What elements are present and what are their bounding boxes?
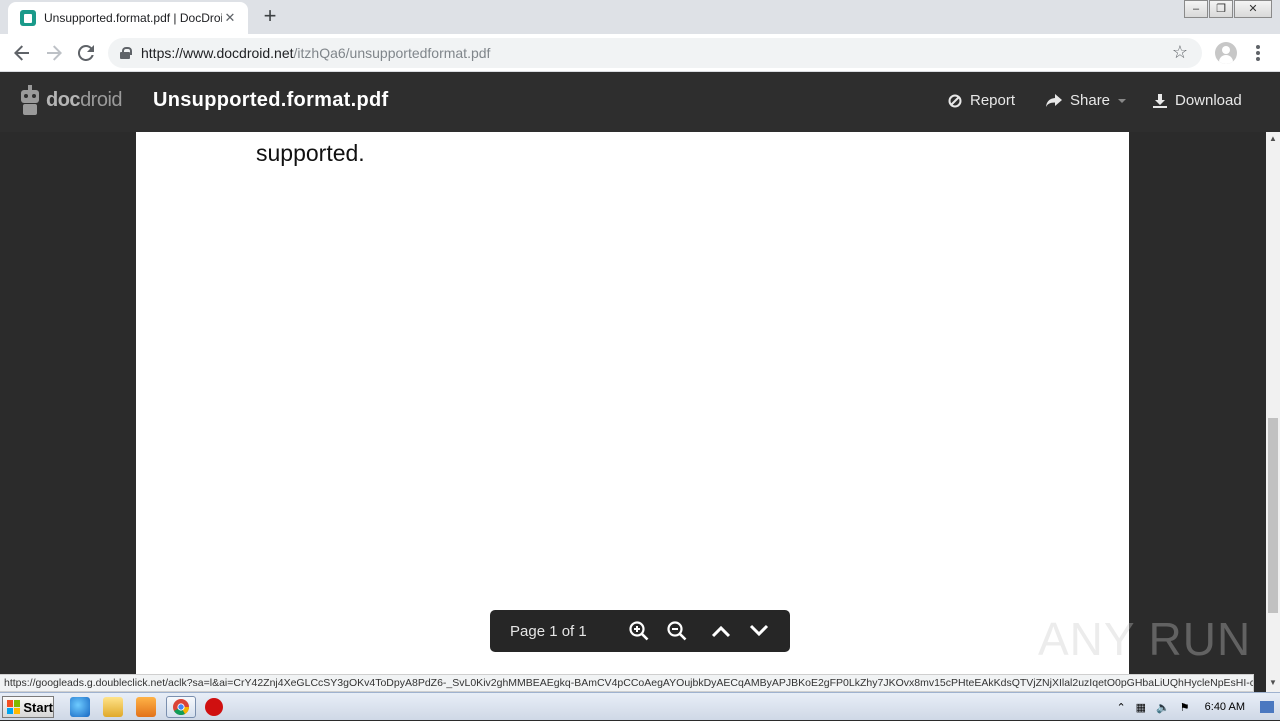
browser-menu-icon[interactable] xyxy=(1250,43,1266,63)
window-close-button[interactable]: ✕ xyxy=(1234,0,1272,18)
docdroid-logo[interactable]: docdroid xyxy=(20,85,123,115)
zoom-in-button[interactable] xyxy=(620,616,658,646)
action-center-flag-icon[interactable]: ⚑ xyxy=(1180,701,1190,714)
arrow-right-icon xyxy=(47,45,62,61)
window-minimize-button[interactable]: – xyxy=(1184,0,1208,18)
window-restore-button[interactable]: ❐ xyxy=(1209,0,1233,18)
start-button[interactable]: Start xyxy=(2,696,54,718)
opera-icon[interactable] xyxy=(205,698,223,716)
chrome-icon xyxy=(173,699,190,716)
next-page-button[interactable] xyxy=(740,616,778,646)
new-tab-button[interactable]: + xyxy=(258,5,282,29)
zoom-in-icon xyxy=(629,621,649,641)
download-icon xyxy=(1153,93,1167,108)
system-tray: ⌃ ▦ 🔈 ⚑ 6:40 AM xyxy=(1111,693,1280,721)
chevron-down-icon xyxy=(749,624,769,637)
browser-tab[interactable]: Unsupported.format.pdf | DocDroid ✕ xyxy=(8,2,248,34)
previous-page-button[interactable] xyxy=(702,616,740,646)
zoom-out-icon xyxy=(667,621,687,641)
docdroid-favicon-icon xyxy=(20,10,36,26)
tab-close-icon[interactable]: ✕ xyxy=(222,10,238,26)
document-text: supported. xyxy=(256,140,365,166)
address-url: https://www.docdroid.net/itzhQa6/unsuppo… xyxy=(141,45,490,61)
chrome-taskbar-button[interactable] xyxy=(166,696,196,718)
volume-icon[interactable]: 🔈 xyxy=(1156,701,1170,714)
robot-logo-icon xyxy=(20,85,40,115)
show-desktop-icon[interactable] xyxy=(1260,701,1274,713)
internet-explorer-icon[interactable] xyxy=(70,697,90,717)
page-indicator: Page 1 of 1 xyxy=(510,622,587,640)
viewer-scrollbar[interactable]: ▲ ▼ xyxy=(1266,132,1280,692)
scroll-down-arrow-icon[interactable]: ▼ xyxy=(1266,676,1280,690)
scrollbar-thumb[interactable] xyxy=(1268,418,1278,613)
share-label: Share xyxy=(1070,92,1111,109)
network-icon[interactable]: ▦ xyxy=(1136,701,1146,714)
arrow-left-icon xyxy=(14,45,29,61)
bookmark-star-icon[interactable]: ☆ xyxy=(1172,42,1188,63)
back-button[interactable] xyxy=(10,41,34,65)
tab-title: Unsupported.format.pdf | DocDroid xyxy=(44,11,222,25)
forward-button[interactable] xyxy=(42,41,66,65)
profile-avatar-icon[interactable] xyxy=(1215,42,1237,64)
report-label: Report xyxy=(970,92,1016,109)
start-label: Start xyxy=(23,699,53,715)
windows-flag-icon xyxy=(7,700,21,714)
url-path: /itzhQa6/unsupportedformat.pdf xyxy=(293,45,491,61)
reload-icon xyxy=(78,45,94,61)
browser-tab-strip: Unsupported.format.pdf | DocDroid ✕ + – … xyxy=(0,0,1280,34)
chevron-down-icon xyxy=(1118,98,1127,103)
report-button[interactable]: Report xyxy=(948,92,1015,109)
media-player-icon[interactable] xyxy=(136,697,156,717)
link-status-url: https://googleads.g.doubleclick.net/aclk… xyxy=(0,674,1254,692)
page-controls: Page 1 of 1 xyxy=(490,610,790,652)
document-page: supported. xyxy=(136,132,1129,674)
download-button[interactable]: Download xyxy=(1153,92,1242,109)
docdroid-header: docdroid Unsupported.format.pdf Report S… xyxy=(0,72,1280,132)
address-bar[interactable]: https://www.docdroid.net/itzhQa6/unsuppo… xyxy=(108,38,1202,68)
share-arrow-icon xyxy=(1046,93,1062,107)
ban-icon xyxy=(948,94,962,107)
file-explorer-icon[interactable] xyxy=(103,697,123,717)
windows-taskbar: Start ⌃ ▦ 🔈 ⚑ 6:40 AM xyxy=(0,692,1280,720)
share-button[interactable]: Share xyxy=(1046,92,1127,109)
download-label: Download xyxy=(1175,92,1242,109)
url-host: https://www.docdroid.net xyxy=(141,45,294,61)
reload-button[interactable] xyxy=(74,41,98,65)
scroll-up-arrow-icon[interactable]: ▲ xyxy=(1266,132,1280,146)
tray-expand-icon[interactable]: ⌃ xyxy=(1116,701,1125,714)
chevron-up-icon xyxy=(711,625,731,638)
browser-toolbar: https://www.docdroid.net/itzhQa6/unsuppo… xyxy=(0,34,1280,72)
zoom-out-button[interactable] xyxy=(658,616,696,646)
lock-icon xyxy=(120,47,132,59)
anyrun-watermark: ANY RUN xyxy=(1038,613,1252,665)
clock[interactable]: 6:40 AM xyxy=(1205,701,1245,713)
logo-text: docdroid xyxy=(46,88,123,111)
document-title: Unsupported.format.pdf xyxy=(153,89,389,111)
